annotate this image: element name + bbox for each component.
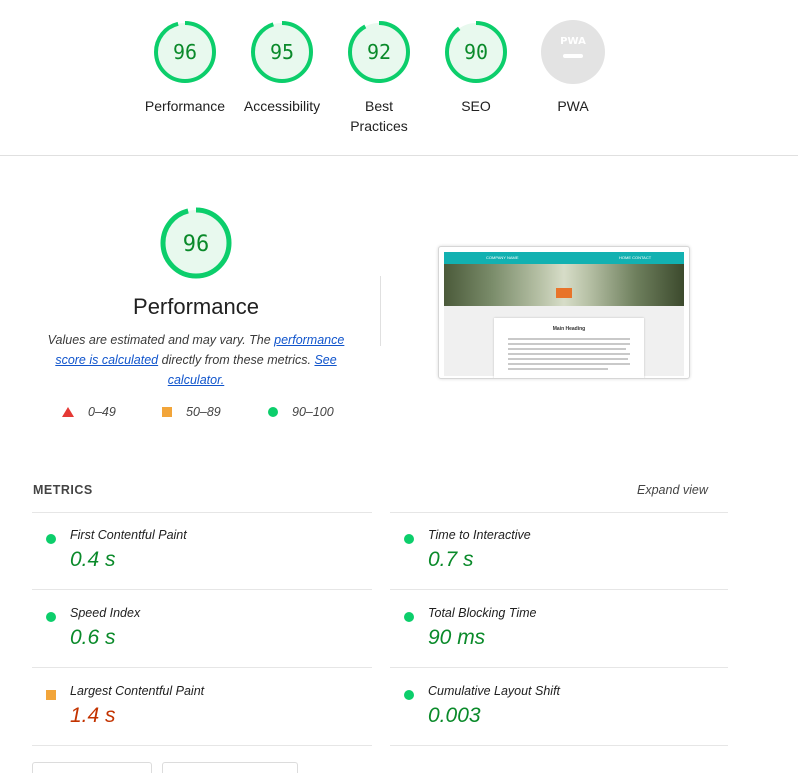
metric-value: 90 ms xyxy=(428,626,486,649)
desc-text: Values are estimated and may vary. The xyxy=(47,333,275,347)
thumb-page: Main Heading xyxy=(444,306,684,378)
metric-value: 0.6 s xyxy=(70,626,116,649)
pass-circle-icon xyxy=(268,407,278,417)
gauge-score: 96 xyxy=(173,40,197,64)
thumb-nav-right: HOME CONTACT xyxy=(619,255,652,260)
thumb-hero-image xyxy=(444,264,684,306)
gauge-seo[interactable]: 90 SEO xyxy=(431,20,521,116)
pwa-badge-text: PWA xyxy=(560,36,586,47)
pass-circle-icon xyxy=(404,690,414,700)
performance-gauge: 96 xyxy=(160,207,232,279)
row-divider xyxy=(390,745,728,746)
gauge-label: SEO xyxy=(461,98,491,114)
metric-value: 1.4 s xyxy=(70,704,116,727)
metric-value: 0.7 s xyxy=(428,548,474,571)
gauge-best-practices[interactable]: 92 Best Practices xyxy=(334,20,424,136)
score-summary: 96 Performance 95 Accessibility 92 Best … xyxy=(0,0,798,156)
vertical-divider xyxy=(380,276,381,346)
row-divider xyxy=(390,512,728,513)
pass-circle-icon xyxy=(404,534,414,544)
metric-name: First Contentful Paint xyxy=(70,528,187,542)
legend-average-label: 50–89 xyxy=(186,405,221,419)
desc-text: directly from these metrics. xyxy=(158,353,315,367)
thumb-nav-left: COMPANY NAME xyxy=(486,255,519,260)
performance-score: 96 xyxy=(183,232,210,257)
pwa-badge-icon: PWA xyxy=(541,20,605,84)
metric-value: 0.4 s xyxy=(70,548,116,571)
pass-circle-icon xyxy=(46,612,56,622)
gauge-label: Accessibility xyxy=(243,98,321,114)
gauge-ring: 95 xyxy=(251,21,313,83)
expand-view-toggle[interactable]: Expand view xyxy=(637,483,708,497)
legend-average: 50–89 xyxy=(162,405,221,419)
legend-pass: 90–100 xyxy=(268,405,334,419)
row-divider xyxy=(32,745,372,746)
metrics-header: METRICS xyxy=(33,483,93,497)
filter-button[interactable] xyxy=(32,762,152,773)
gauge-score: 95 xyxy=(270,40,294,64)
legend-fail: 0–49 xyxy=(62,405,116,419)
fail-triangle-icon xyxy=(62,407,74,417)
gauge-accessibility[interactable]: 95 Accessibility xyxy=(237,20,327,116)
metric-cumulative-layout-shift: Cumulative Layout Shift 0.003 xyxy=(404,684,724,744)
metric-total-blocking-time: Total Blocking Time 90 ms xyxy=(404,606,724,666)
average-square-icon xyxy=(46,690,56,700)
gauge-performance[interactable]: 96 Performance xyxy=(140,20,230,116)
gauge-ring: 96 xyxy=(154,21,216,83)
gauge-label: Performance xyxy=(144,98,226,114)
thumb-heading: Main Heading xyxy=(552,326,586,332)
gauge-pwa[interactable]: PWA PWA xyxy=(528,20,618,116)
metric-time-to-interactive: Time to Interactive 0.7 s xyxy=(404,528,724,588)
row-divider xyxy=(32,667,372,668)
row-divider xyxy=(390,667,728,668)
legend-pass-label: 90–100 xyxy=(292,405,334,419)
average-square-icon xyxy=(162,407,172,417)
gauge-ring: 92 xyxy=(348,21,410,83)
row-divider xyxy=(390,589,728,590)
final-screenshot-thumbnail[interactable]: COMPANY NAME HOME CONTACT Main Heading xyxy=(438,246,690,379)
performance-description: Values are estimated and may vary. The p… xyxy=(46,330,346,390)
performance-title: Performance xyxy=(133,294,259,319)
row-divider xyxy=(32,512,372,513)
gauge-ring: 90 xyxy=(445,21,507,83)
metric-largest-contentful-paint: Largest Contentful Paint 1.4 s xyxy=(46,684,366,744)
metric-speed-index: Speed Index 0.6 s xyxy=(46,606,366,666)
metric-first-contentful-paint: First Contentful Paint 0.4 s xyxy=(46,528,366,588)
pass-circle-icon xyxy=(46,534,56,544)
pass-circle-icon xyxy=(404,612,414,622)
gauge-score: 90 xyxy=(464,40,488,64)
legend-fail-label: 0–49 xyxy=(88,405,116,419)
metric-name: Cumulative Layout Shift xyxy=(428,684,561,698)
row-divider xyxy=(32,589,372,590)
metric-value: 0.003 xyxy=(428,704,481,727)
thumb-card: Main Heading xyxy=(494,318,644,378)
gauge-label: PWA xyxy=(557,98,589,114)
view-treemap-button[interactable] xyxy=(162,762,298,773)
metric-name: Speed Index xyxy=(70,606,141,620)
thumb-navbar: COMPANY NAME HOME CONTACT xyxy=(444,252,684,264)
metric-name: Time to Interactive xyxy=(428,528,531,542)
metric-name: Largest Contentful Paint xyxy=(70,684,205,698)
gauge-label: Best Practices xyxy=(350,98,408,134)
metric-name: Total Blocking Time xyxy=(428,606,537,620)
gauge-score: 92 xyxy=(367,40,391,64)
